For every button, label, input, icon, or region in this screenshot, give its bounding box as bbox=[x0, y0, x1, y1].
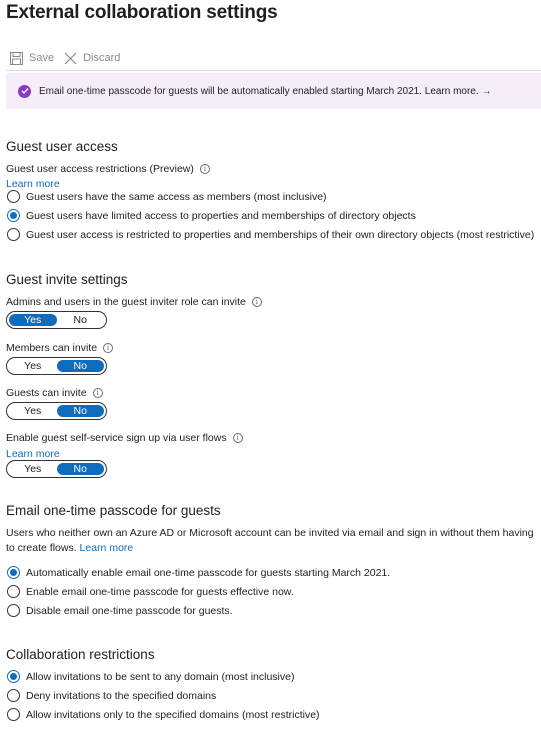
guest-access-learn-more-link[interactable]: Learn more bbox=[6, 178, 60, 190]
toggle-no[interactable]: No bbox=[56, 463, 104, 475]
toggle-yes[interactable]: Yes bbox=[9, 360, 57, 372]
members-can-invite-label: Members can invite i bbox=[6, 342, 114, 354]
otp-learn-more-link[interactable]: Learn more bbox=[80, 542, 134, 554]
save-button[interactable]: Save bbox=[10, 51, 55, 65]
radio-label: Deny invitations to the specified domain… bbox=[26, 689, 217, 702]
radio-button[interactable] bbox=[7, 190, 20, 203]
radio-button[interactable] bbox=[7, 585, 20, 598]
otp-heading: Email one-time passcode for guests bbox=[6, 503, 221, 518]
radio-button[interactable] bbox=[7, 228, 20, 241]
guests-can-invite-toggle[interactable]: Yes No bbox=[6, 402, 107, 420]
toggle-yes[interactable]: Yes bbox=[9, 405, 57, 417]
toggle-no[interactable]: No bbox=[56, 405, 104, 417]
otp-description: Users who neither own an Azure AD or Mic… bbox=[6, 526, 541, 556]
radio-button[interactable] bbox=[7, 689, 20, 702]
radio-button[interactable] bbox=[7, 604, 20, 617]
radio-label: Allow invitations to be sent to any doma… bbox=[26, 670, 295, 683]
info-icon[interactable]: i bbox=[199, 164, 210, 174]
toolbar-divider bbox=[6, 70, 541, 71]
guests-can-invite-text: Guests can invite bbox=[6, 387, 87, 399]
radio-label: Guest user access is restricted to prope… bbox=[26, 228, 535, 241]
guest-user-access-heading: Guest user access bbox=[6, 139, 118, 154]
radio-label: Allow invitations only to the specified … bbox=[26, 708, 320, 721]
guest-access-option-2[interactable]: Guest users have limited access to prope… bbox=[7, 209, 416, 222]
guests-can-invite-label: Guests can invite i bbox=[6, 387, 103, 399]
info-banner: Email one-time passcode for guests will … bbox=[6, 73, 541, 109]
otp-option-2[interactable]: Enable email one-time passcode for guest… bbox=[7, 585, 294, 598]
collaboration-restrictions-heading: Collaboration restrictions bbox=[6, 647, 155, 662]
page-title: External collaboration settings bbox=[6, 2, 278, 23]
members-can-invite-toggle[interactable]: Yes No bbox=[6, 357, 107, 375]
collab-option-1[interactable]: Allow invitations to be sent to any doma… bbox=[7, 670, 294, 683]
guest-access-option-1[interactable]: Guest users have the same access as memb… bbox=[7, 190, 327, 203]
info-icon[interactable]: i bbox=[251, 297, 262, 307]
banner-text[interactable]: Email one-time passcode for guests will … bbox=[39, 86, 491, 97]
radio-label: Guest users have limited access to prope… bbox=[26, 209, 416, 222]
toggle-yes[interactable]: Yes bbox=[9, 463, 57, 475]
radio-label: Disable email one-time passcode for gues… bbox=[26, 604, 233, 617]
self-service-signup-toggle[interactable]: Yes No bbox=[6, 460, 107, 478]
otp-option-1[interactable]: Automatically enable email one-time pass… bbox=[7, 566, 390, 579]
self-service-signup-label: Enable guest self-service sign up via us… bbox=[6, 432, 243, 444]
toggle-no[interactable]: No bbox=[57, 314, 105, 326]
self-service-signup-text: Enable guest self-service sign up via us… bbox=[6, 432, 227, 444]
guest-access-option-3[interactable]: Guest user access is restricted to prope… bbox=[7, 228, 534, 241]
admins-can-invite-toggle[interactable]: Yes No bbox=[6, 311, 107, 329]
admins-can-invite-text: Admins and users in the guest inviter ro… bbox=[6, 296, 246, 308]
info-icon[interactable]: i bbox=[92, 388, 103, 398]
save-icon bbox=[10, 51, 23, 65]
radio-label: Enable email one-time passcode for guest… bbox=[26, 585, 294, 598]
radio-button[interactable] bbox=[7, 209, 20, 222]
info-icon[interactable]: i bbox=[103, 343, 114, 353]
discard-label: Discard bbox=[83, 52, 121, 64]
self-service-learn-more-link[interactable]: Learn more bbox=[6, 448, 60, 460]
save-label: Save bbox=[29, 52, 55, 64]
close-icon bbox=[64, 52, 77, 65]
guest-access-restrictions-text: Guest user access restrictions (Preview) bbox=[6, 163, 194, 175]
radio-button[interactable] bbox=[7, 670, 20, 683]
guest-access-restrictions-label: Guest user access restrictions (Preview)… bbox=[6, 163, 210, 175]
collab-option-3[interactable]: Allow invitations only to the specified … bbox=[7, 708, 320, 721]
radio-button[interactable] bbox=[7, 566, 20, 579]
members-can-invite-text: Members can invite bbox=[6, 342, 98, 354]
radio-button[interactable] bbox=[7, 708, 20, 721]
radio-label: Automatically enable email one-time pass… bbox=[26, 566, 391, 579]
guest-invite-settings-heading: Guest invite settings bbox=[6, 272, 128, 287]
command-bar: Save Discard bbox=[10, 49, 130, 67]
collab-option-2[interactable]: Deny invitations to the specified domain… bbox=[7, 689, 216, 702]
discard-button[interactable]: Discard bbox=[64, 52, 120, 65]
info-badge-icon bbox=[18, 84, 31, 98]
otp-option-3[interactable]: Disable email one-time passcode for gues… bbox=[7, 604, 233, 617]
toggle-yes[interactable]: Yes bbox=[9, 314, 57, 326]
info-icon[interactable]: i bbox=[232, 433, 243, 443]
toggle-no[interactable]: No bbox=[56, 360, 104, 372]
radio-label: Guest users have the same access as memb… bbox=[26, 190, 327, 203]
admins-can-invite-label: Admins and users in the guest inviter ro… bbox=[6, 296, 262, 308]
